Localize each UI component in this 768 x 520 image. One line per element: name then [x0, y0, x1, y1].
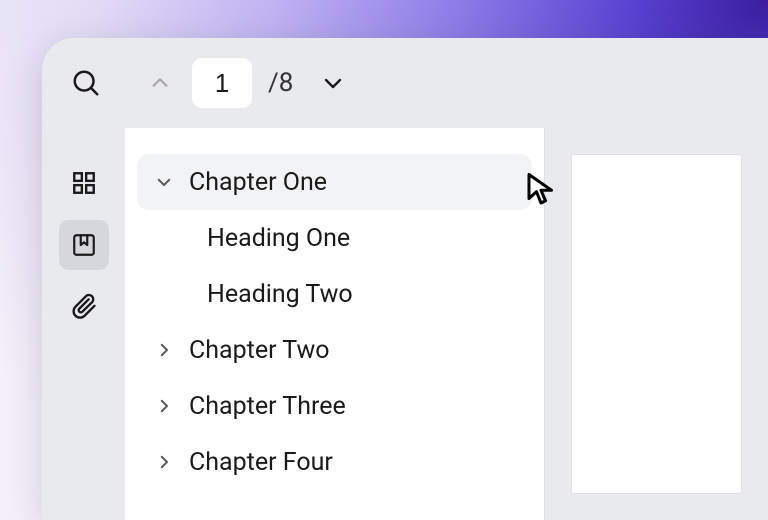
- page-total-label: /8: [268, 68, 293, 98]
- thumbnails-icon[interactable]: [59, 158, 109, 208]
- outline-label: Heading Two: [207, 280, 353, 309]
- page-preview[interactable]: [571, 154, 742, 494]
- outline-subitem-heading-two[interactable]: Heading Two: [137, 266, 532, 322]
- page-number-input[interactable]: [192, 58, 252, 108]
- prev-page-button[interactable]: [138, 61, 182, 105]
- outline-label: Chapter Two: [189, 336, 330, 365]
- outline-item-chapter-three[interactable]: Chapter Three: [137, 378, 532, 434]
- chevron-right-icon[interactable]: [151, 341, 177, 359]
- outline-item-chapter-one[interactable]: Chapter One: [137, 154, 532, 210]
- chevron-right-icon[interactable]: [151, 453, 177, 471]
- search-icon[interactable]: [64, 61, 108, 105]
- attachments-icon[interactable]: [59, 282, 109, 332]
- outline-subitem-heading-one[interactable]: Heading One: [137, 210, 532, 266]
- outline-label: Chapter One: [189, 168, 327, 197]
- content-panel: [545, 128, 768, 520]
- toolbar: /8: [42, 38, 768, 128]
- next-page-button[interactable]: [311, 61, 355, 105]
- side-toolbar: [42, 128, 125, 520]
- outline-label: Chapter Three: [189, 392, 346, 421]
- outline-label: Heading One: [207, 224, 350, 253]
- app-window: /8: [42, 38, 768, 520]
- chevron-right-icon[interactable]: [151, 397, 177, 415]
- bookmarks-icon[interactable]: [59, 220, 109, 270]
- chevron-down-icon[interactable]: [151, 173, 177, 191]
- body: Chapter One Heading One Heading Two Chap…: [42, 128, 768, 520]
- outline-label: Chapter Four: [189, 448, 333, 477]
- outline-item-chapter-two[interactable]: Chapter Two: [137, 322, 532, 378]
- outline-item-chapter-four[interactable]: Chapter Four: [137, 434, 532, 490]
- outline-panel: Chapter One Heading One Heading Two Chap…: [125, 128, 545, 520]
